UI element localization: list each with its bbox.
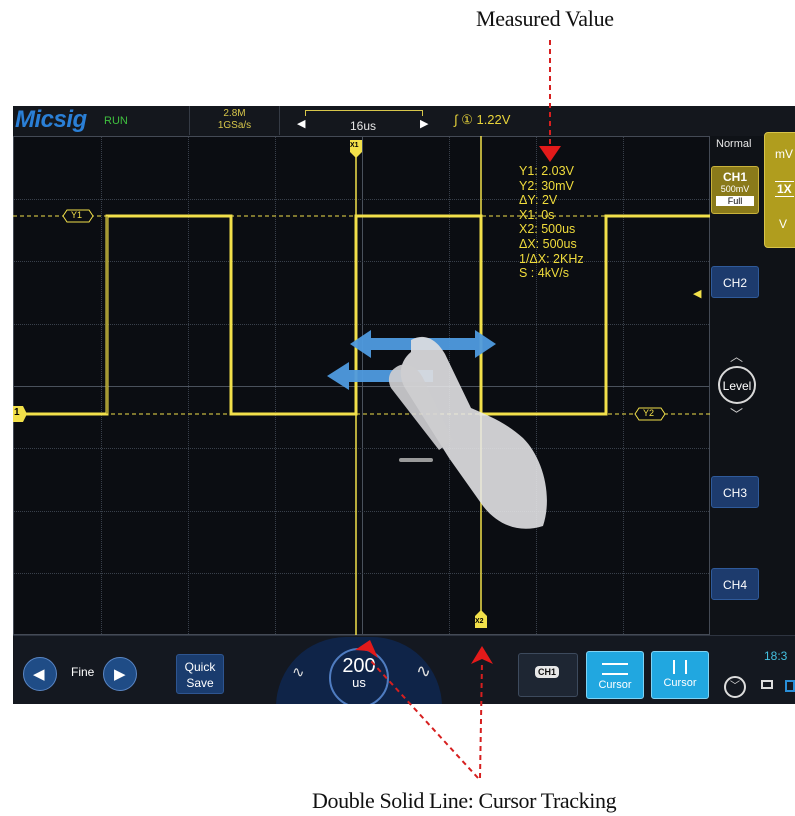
vertical-cursor-label: Cursor — [663, 677, 697, 689]
knob-value: 200 — [342, 655, 376, 677]
ch1-scale: 500mV — [720, 184, 750, 194]
measure-y1: Y1: 2.03V — [519, 164, 574, 178]
trigger-mode[interactable]: Normal — [716, 138, 751, 150]
measure-x2: X2: 500us — [519, 222, 576, 237]
quick-save-line1: Quick — [184, 660, 216, 674]
ch4-button[interactable]: CH4 — [711, 568, 759, 600]
unit-mv[interactable]: mV — [775, 147, 793, 161]
sine-expand-icon[interactable]: ∿ — [416, 661, 431, 682]
ch1-ground-label: 1 — [14, 407, 20, 418]
measure-frequency: 1/ΔX: 2KHz — [519, 251, 584, 266]
small-artifact — [399, 458, 433, 462]
triangle-left-icon: ◀ — [33, 666, 45, 683]
ch1-label: CH1 — [722, 170, 747, 184]
measured-value-annotation: Measured Value — [476, 6, 614, 31]
quick-save-button[interactable]: Quick Save — [176, 654, 224, 694]
usb-icon — [785, 680, 795, 692]
horizontal-cursor-button[interactable]: Cursor — [586, 651, 644, 699]
clock: 18:3 — [764, 649, 788, 663]
cursor-y2-label: Y2 — [643, 408, 655, 418]
cursor-tracking-annotation: Double Solid Line: Cursor Tracking — [312, 788, 617, 813]
quick-save-line2: Save — [186, 676, 214, 690]
probe-ratio[interactable]: 1X — [775, 181, 794, 197]
measure-slope: S : 4kV/s — [519, 266, 570, 281]
swipe-gesture-icon — [327, 330, 547, 529]
measure-delta-y: ΔY: 2V — [519, 193, 558, 208]
triangle-right-icon: ▶ — [114, 666, 126, 683]
cursor-y1-label: Y1 — [71, 210, 83, 220]
horizontal-lines-icon — [602, 663, 628, 675]
cursor-measurements: Y1: 2.03V Y2: 30mV ΔY: 2V X1: 0s X2: 500… — [519, 164, 584, 281]
oscilloscope-screen: Micsig RUN 2.8M 1GSa/s ◀ 16us ▶ ∫ ① 1.22… — [13, 106, 795, 704]
level-up-icon[interactable]: ︿ — [730, 346, 743, 365]
level-down-icon[interactable]: ﹀ — [730, 404, 743, 423]
measure-x1: X1: 0s — [519, 207, 555, 222]
unit-v[interactable]: V — [779, 217, 787, 231]
knob-unit: us — [352, 675, 366, 690]
cursor-x2-label: X2 — [475, 618, 484, 625]
timebase-knob-center[interactable]: 200 us — [329, 648, 389, 704]
vertical-cursor-button[interactable]: Cursor — [651, 651, 709, 699]
measure-delta-x: ΔX: 500us — [519, 236, 577, 251]
fine-right-button[interactable]: ▶ — [103, 657, 137, 691]
level-knob[interactable]: Level — [718, 366, 756, 404]
fine-label: Fine — [71, 665, 95, 679]
measure-y2: Y2: 30mV — [519, 178, 574, 193]
ch1-chip: CH1 — [535, 666, 560, 678]
ch1-button[interactable]: CH1 500mV Full — [711, 166, 759, 214]
ch1-cursor-source-button[interactable]: CH1 — [518, 653, 578, 697]
timebase-knob[interactable]: ∿ 200 us ∿ — [276, 637, 442, 704]
sine-compress-icon[interactable]: ∿ — [292, 663, 305, 681]
ch2-offset-marker-icon: ◀ — [693, 288, 702, 300]
ch1-bandwidth: Full — [716, 196, 754, 206]
ch2-button[interactable]: CH2 — [711, 266, 759, 298]
ch1-waveform — [13, 214, 710, 416]
waveform-layer — [13, 136, 710, 635]
vertical-lines-icon — [673, 660, 687, 674]
fine-left-button[interactable]: ◀ — [23, 657, 57, 691]
horizontal-cursor-label: Cursor — [598, 679, 632, 691]
ch3-button[interactable]: CH3 — [711, 476, 759, 508]
bottom-toolbar: ◀ Fine ▶ Quick Save ∿ 200 us ∿ CH1 Curso… — [13, 635, 795, 704]
cursor-x1-label: X1 — [350, 142, 359, 149]
menu-chevron-icon[interactable]: ﹀ — [724, 676, 746, 698]
ch1-settings-panel[interactable]: mV 1X V — [764, 132, 795, 248]
display-icon[interactable] — [761, 680, 773, 689]
